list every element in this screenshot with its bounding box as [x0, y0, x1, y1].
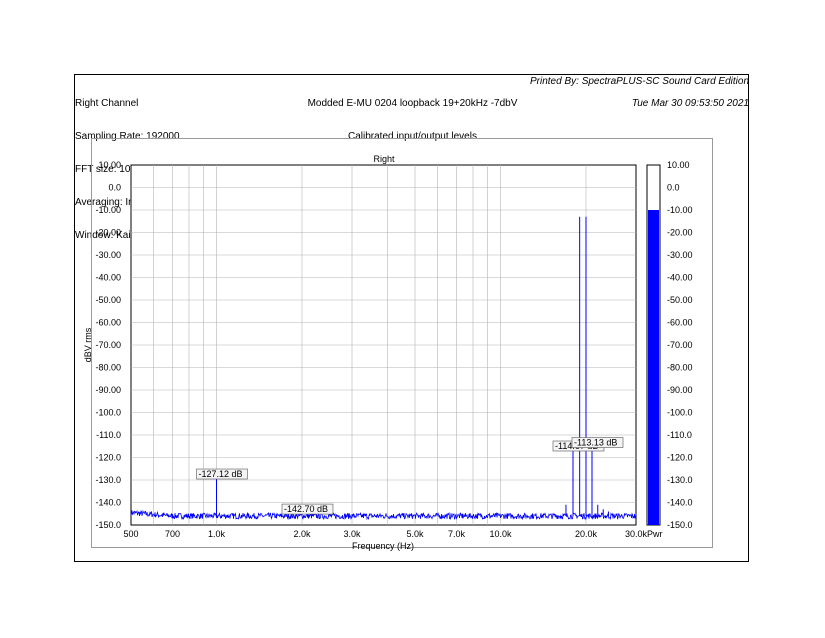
y-tick-label: -120.0 [95, 453, 121, 463]
meter-tick-label: -30.00 [667, 250, 693, 260]
meter-tick-label: -130.0 [667, 475, 693, 485]
y-tick-label: -110.0 [96, 430, 121, 440]
y-axis-label: dBV rms [83, 327, 93, 362]
y-tick-label: -20.00 [95, 228, 121, 238]
meter-tick-label: -20.00 [667, 228, 693, 238]
x-axis-label: Frequency (Hz) [352, 541, 414, 551]
meter-tick-label: -100.0 [667, 408, 693, 418]
x-tick-label: 2.0k [293, 529, 311, 539]
meter-tick-label: -140.0 [667, 498, 693, 508]
y-tick-label: 0.0 [108, 183, 121, 193]
x-tick-label: 20.0k [575, 529, 598, 539]
meter-tick-label: -90.00 [667, 385, 693, 395]
chart-title: Right [373, 154, 395, 164]
x-tick-label: 500 [123, 529, 138, 539]
meter-tick-label: -10.00 [667, 205, 693, 215]
meter-tick-label: -70.00 [667, 340, 693, 350]
y-tick-label: -60.00 [95, 318, 121, 328]
meter-tick-label: 0.0 [667, 183, 680, 193]
x-tick-label: 1.0k [208, 529, 226, 539]
spectrum-chart: -127.12 dB-142.70 dB-114.67 dB-113.13 dB… [83, 154, 693, 551]
y-tick-label: -40.00 [95, 273, 121, 283]
y-tick-label: -140.0 [95, 498, 121, 508]
y-tick-label: -80.00 [95, 363, 121, 373]
meter-tick-label: 10.00 [667, 160, 690, 170]
y-tick-label: -70.00 [95, 340, 121, 350]
x-tick-label: 5.0k [406, 529, 424, 539]
power-meter: 10.00 0.0 -10.00 -20.00 -30.00 -40.00 -50.00 -6… [646, 160, 693, 539]
meter-tick-label: -120.0 [667, 453, 693, 463]
meter-tick-label: -150.0 [667, 520, 693, 530]
meter-tick-label: -80.00 [667, 363, 693, 373]
meter-tick-label: -60.00 [667, 318, 693, 328]
x-axis-ticks: 500 700 1.0k 2.0k 3.0k 5.0k 7.0k 10.0k 20.0k 30.0… [123, 529, 647, 539]
meter-label: Pwr [647, 529, 663, 539]
y-axis-ticks: 10.00 0.0 -10.00 -20.00 -30.00 -40.00 -50.00 -6… [95, 160, 121, 530]
x-tick-label: 30.0k [625, 529, 648, 539]
y-tick-label: -100.0 [95, 408, 121, 418]
meter-tick-label: -110.0 [667, 430, 692, 440]
meter-tick-label: -40.00 [667, 273, 693, 283]
y-tick-label: 10.00 [98, 160, 121, 170]
meter-tick-label: -50.00 [667, 295, 693, 305]
peak-annotation-label: -142.70 dB [284, 504, 328, 514]
meter-fill [648, 210, 659, 525]
y-tick-label: -130.0 [95, 475, 121, 485]
peak-annotation-label: -113.13 dB [574, 438, 617, 448]
x-tick-label: 3.0k [343, 529, 361, 539]
x-tick-label: 10.0k [489, 529, 512, 539]
x-tick-label: 700 [165, 529, 180, 539]
y-tick-label: -50.00 [95, 295, 121, 305]
y-tick-label: -90.00 [95, 385, 121, 395]
y-tick-label: -10.00 [95, 205, 121, 215]
y-tick-label: -150.0 [95, 520, 121, 530]
peak-annotation-label: -127.12 dB [198, 469, 242, 479]
x-tick-label: 7.0k [448, 529, 466, 539]
y-tick-label: -30.00 [95, 250, 121, 260]
meter-ticks: 10.00 0.0 -10.00 -20.00 -30.00 -40.00 -50.00 -6… [667, 160, 693, 530]
